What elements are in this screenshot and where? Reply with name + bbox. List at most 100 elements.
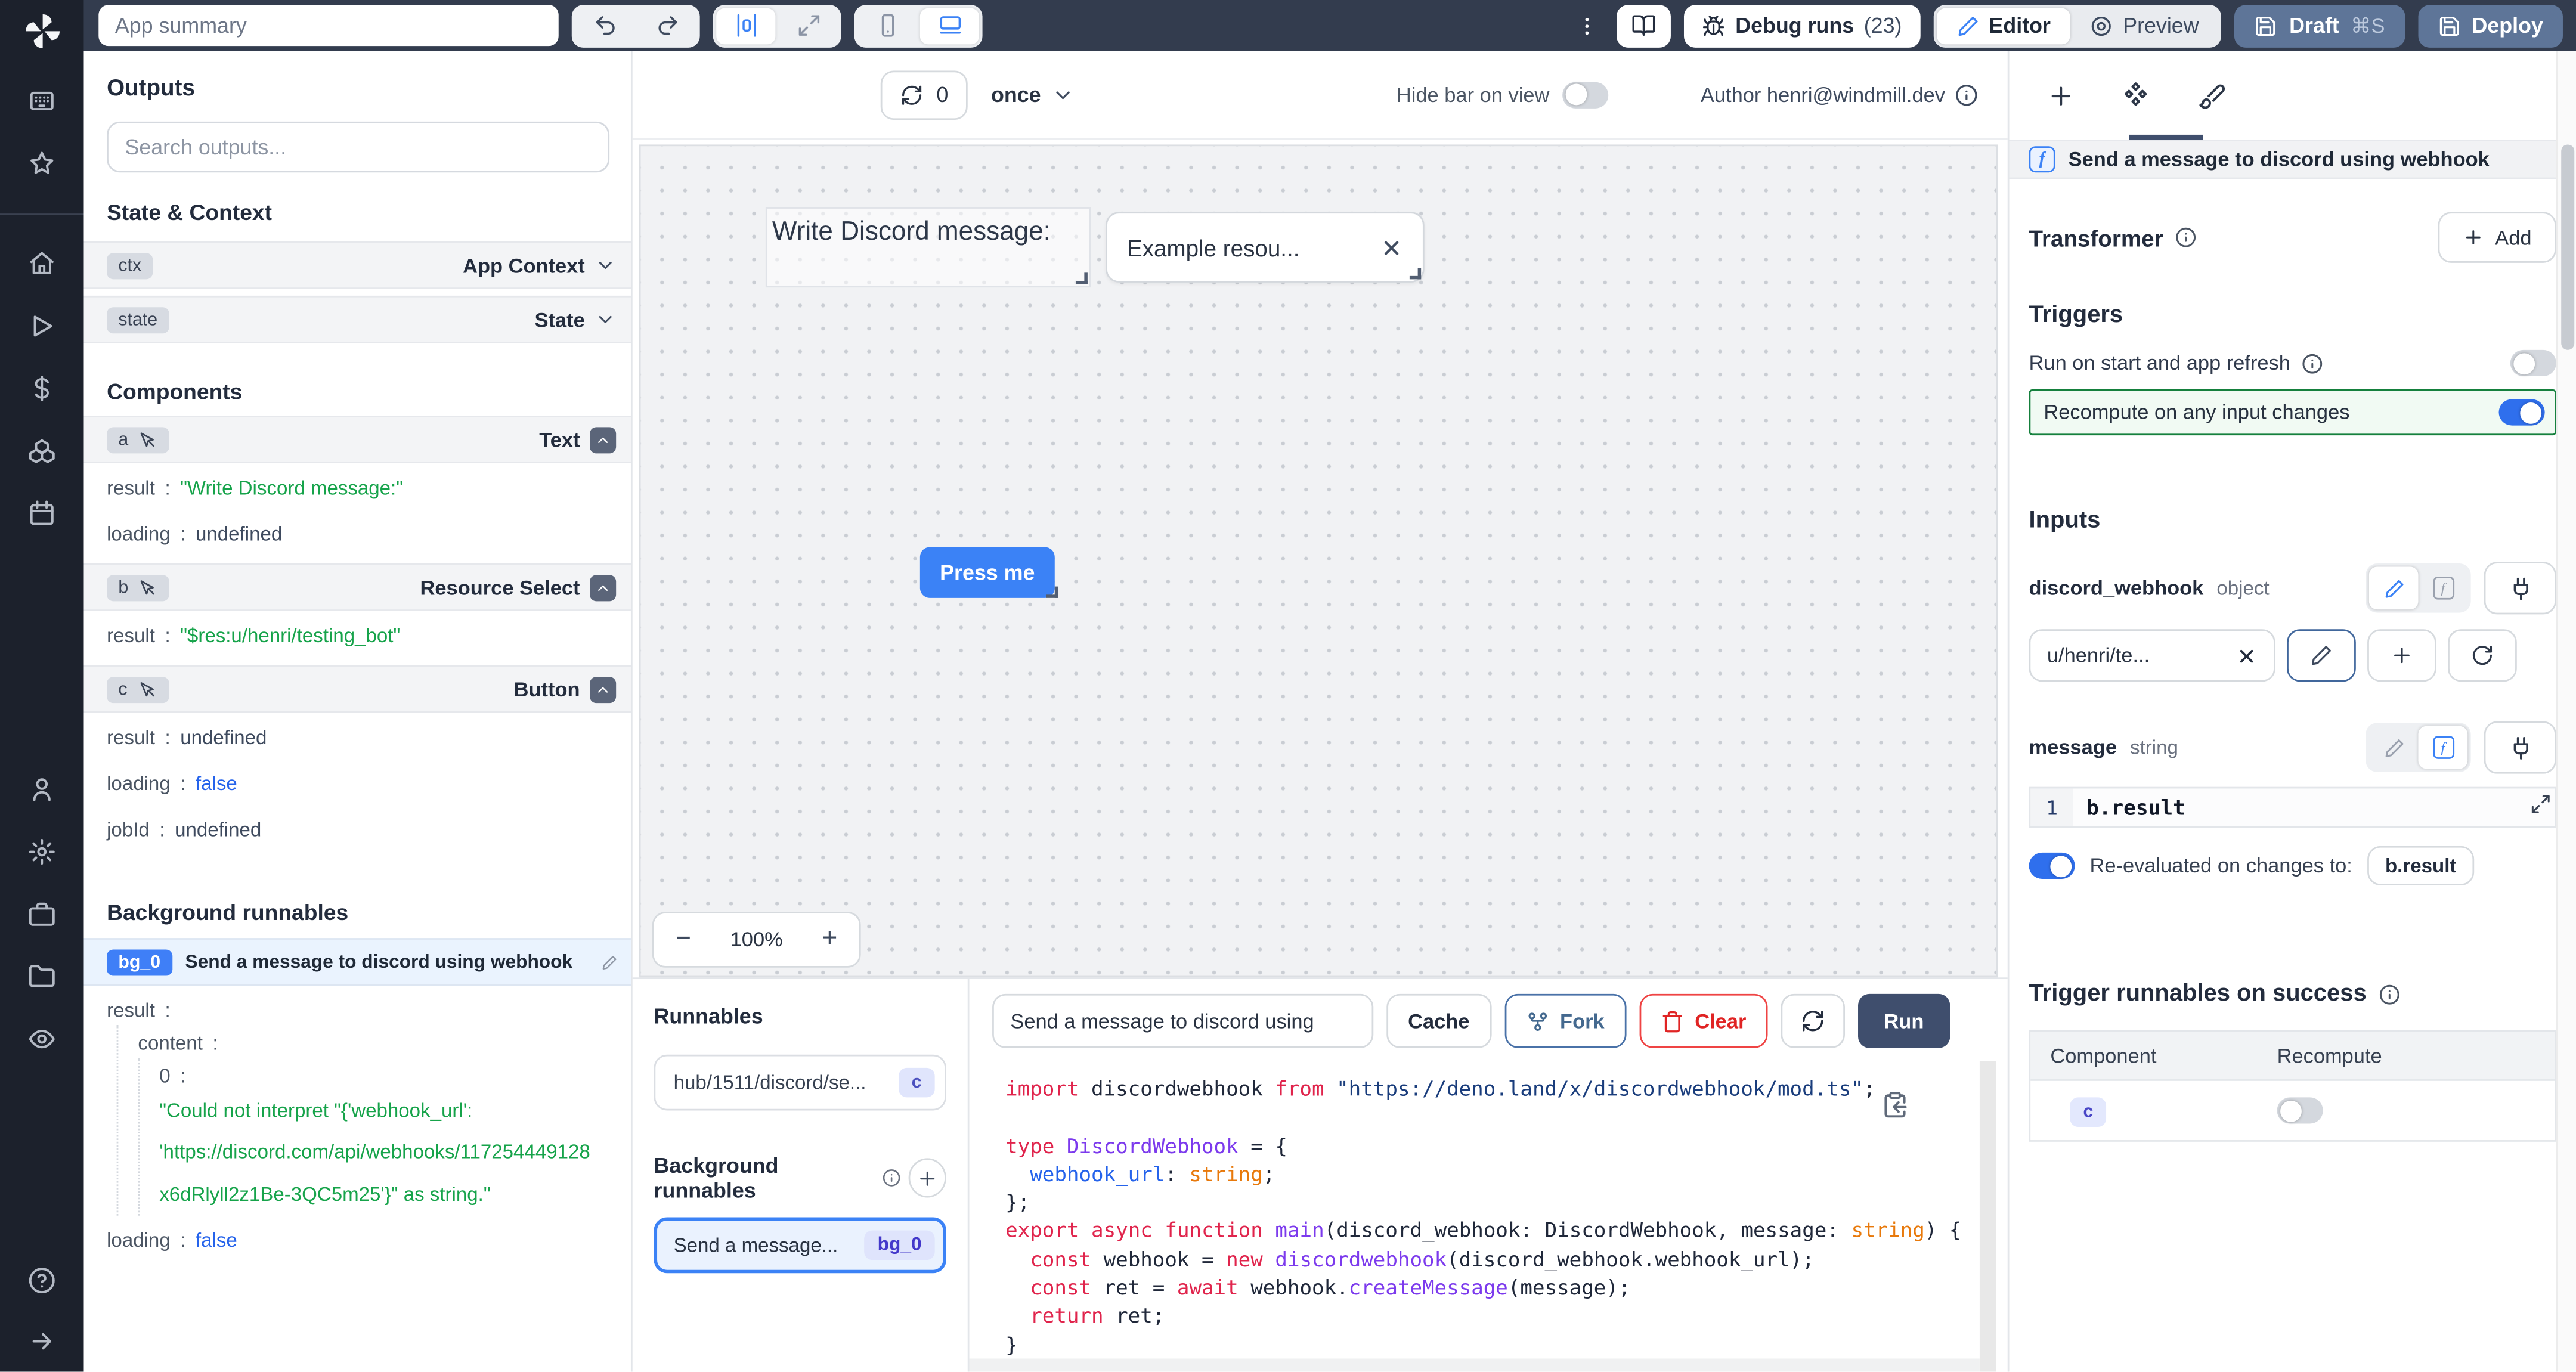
static-mode-pencil-icon[interactable] <box>2369 567 2419 610</box>
run-button[interactable]: Run <box>1858 994 1950 1048</box>
settings-icon[interactable] <box>28 838 56 866</box>
mobile-view-toggle[interactable] <box>857 7 917 44</box>
user-icon[interactable] <box>28 776 56 804</box>
clear-x-icon[interactable] <box>1380 236 1403 259</box>
refresh-count-button[interactable]: 0 <box>881 70 968 119</box>
apps-icon[interactable] <box>28 87 56 115</box>
folder-icon[interactable] <box>28 963 56 991</box>
code-area[interactable]: import discordwebhook from "https://deno… <box>970 1061 2008 1372</box>
code-content[interactable]: import discordwebhook from "https://deno… <box>1005 1074 2008 1359</box>
page-scrollbar[interactable] <box>2556 51 2576 1372</box>
clear-button[interactable]: Clear <box>1639 994 1768 1048</box>
resource-value-select[interactable]: u/henri/te... <box>2029 629 2275 682</box>
app-summary-input[interactable] <box>98 5 558 46</box>
more-menu-icon[interactable] <box>1571 14 1604 37</box>
tab-insert-plus-icon[interactable] <box>2023 51 2098 140</box>
resize-handle[interactable] <box>1076 272 1088 284</box>
hide-bar-toggle[interactable] <box>1562 81 1608 107</box>
desktop-view-toggle[interactable] <box>920 7 979 44</box>
expand-editor-icon[interactable] <box>2530 794 2552 815</box>
calendar-icon[interactable] <box>28 500 56 528</box>
reevaluate-toggle[interactable] <box>2029 853 2075 879</box>
home-icon[interactable] <box>28 250 56 278</box>
reevaluate-target-badge[interactable]: b.result <box>2367 846 2475 885</box>
code-vertical-scrollbar[interactable] <box>1980 1061 1996 1372</box>
runnable-name-input[interactable] <box>992 994 1373 1048</box>
info-icon[interactable] <box>2378 983 2399 1005</box>
debug-runs-button[interactable]: Debug runs (23) <box>1685 4 1920 47</box>
app-canvas[interactable]: Write Discord message: Example resou... … <box>639 144 1998 977</box>
bg-runnable-item-selected[interactable]: Send a message... bg_0 <box>654 1218 946 1274</box>
briefcase-icon[interactable] <box>28 900 56 928</box>
bg0-row[interactable]: bg_0 Send a message to discord using web… <box>84 938 631 986</box>
pencil-icon[interactable] <box>601 953 618 970</box>
message-expression-editor[interactable]: 1 b.result <box>2029 787 2556 828</box>
fork-button[interactable]: Fork <box>1504 994 1626 1048</box>
clipboard-copy-icon[interactable] <box>1881 1091 1909 1119</box>
run-mode-dropdown[interactable]: once <box>991 82 1074 107</box>
collapse-toggle-icon[interactable] <box>590 676 616 702</box>
search-outputs-input[interactable] <box>107 122 609 172</box>
info-icon[interactable] <box>882 1168 900 1188</box>
zoom-out-button[interactable]: − <box>654 913 713 966</box>
recompute-toggle[interactable] <box>2499 399 2545 425</box>
eye-icon[interactable] <box>28 1025 56 1053</box>
tab-styling-brush-icon[interactable] <box>2174 51 2249 140</box>
undo-button[interactable] <box>575 7 634 44</box>
star-icon[interactable] <box>28 150 56 178</box>
tab-settings-component-icon[interactable] <box>2098 51 2174 140</box>
deploy-button[interactable]: Deploy <box>2418 4 2563 47</box>
eval-mode-function-icon[interactable]: f <box>2419 567 2468 610</box>
redo-button[interactable] <box>637 7 696 44</box>
clear-x-icon[interactable] <box>2236 645 2258 666</box>
tab-editor[interactable]: Editor <box>1936 7 2070 44</box>
info-icon[interactable] <box>2302 352 2323 374</box>
tab-preview[interactable]: Preview <box>2070 7 2219 44</box>
refresh-code-button[interactable] <box>1781 994 1844 1048</box>
connect-plug-icon[interactable] <box>2484 562 2556 614</box>
center-align-toggle[interactable] <box>716 7 775 44</box>
component-b-header[interactable]: b Resource Select <box>84 563 631 611</box>
code-horizontal-scrollbar[interactable] <box>970 1359 1980 1372</box>
hub-runnable-item[interactable]: hub/1511/discord/se... c <box>654 1055 946 1111</box>
resize-handle[interactable] <box>1046 587 1058 598</box>
resource-select-component[interactable]: Example resou... <box>1106 212 1424 282</box>
info-icon[interactable] <box>1955 83 1979 106</box>
eval-mode-function-icon[interactable]: f <box>2419 726 2468 769</box>
expand-icon[interactable] <box>779 7 838 44</box>
windmill-logo[interactable] <box>20 10 63 53</box>
component-c-header[interactable]: c Button <box>84 665 631 713</box>
chevron-down-icon[interactable] <box>595 255 616 276</box>
state-row[interactable]: state State <box>84 296 631 343</box>
edit-resource-pencil-button[interactable] <box>2287 629 2356 682</box>
collapse-toggle-icon[interactable] <box>590 574 616 600</box>
collapse-arrow-icon[interactable] <box>28 1328 56 1356</box>
hub-runnable-badge: c <box>899 1068 935 1098</box>
connect-plug-icon[interactable] <box>2484 721 2556 773</box>
add-transformer-button[interactable]: Add <box>2438 212 2556 262</box>
dollar-icon[interactable] <box>28 374 56 402</box>
run-on-start-toggle[interactable] <box>2510 350 2556 376</box>
scrollbar-thumb[interactable] <box>2561 144 2574 349</box>
draft-button[interactable]: Draft ⌘S <box>2235 4 2404 47</box>
text-component[interactable]: Write Discord message: <box>767 209 1089 286</box>
docs-button[interactable] <box>1617 4 1671 47</box>
static-mode-pencil-icon[interactable] <box>2369 726 2419 769</box>
recompute-c-toggle[interactable] <box>2277 1097 2323 1123</box>
collapse-toggle-icon[interactable] <box>590 426 616 453</box>
component-a-header[interactable]: a Text <box>84 416 631 463</box>
add-resource-button[interactable] <box>2367 629 2436 682</box>
help-icon[interactable] <box>28 1267 56 1295</box>
ctx-row[interactable]: ctx App Context <box>84 241 631 289</box>
zoom-in-button[interactable]: + <box>800 913 859 966</box>
add-bg-runnable-button[interactable] <box>909 1158 946 1197</box>
chevron-down-icon[interactable] <box>595 309 616 330</box>
refresh-resource-button[interactable] <box>2448 629 2517 682</box>
info-icon[interactable] <box>2175 227 2196 248</box>
cache-button[interactable]: Cache <box>1386 994 1491 1048</box>
cubes-icon[interactable] <box>28 437 56 465</box>
play-icon[interactable] <box>28 312 56 340</box>
resize-handle[interactable] <box>1410 268 1421 279</box>
button-component[interactable]: Press me <box>920 547 1055 597</box>
component-c-badge[interactable]: c <box>2070 1097 2106 1127</box>
